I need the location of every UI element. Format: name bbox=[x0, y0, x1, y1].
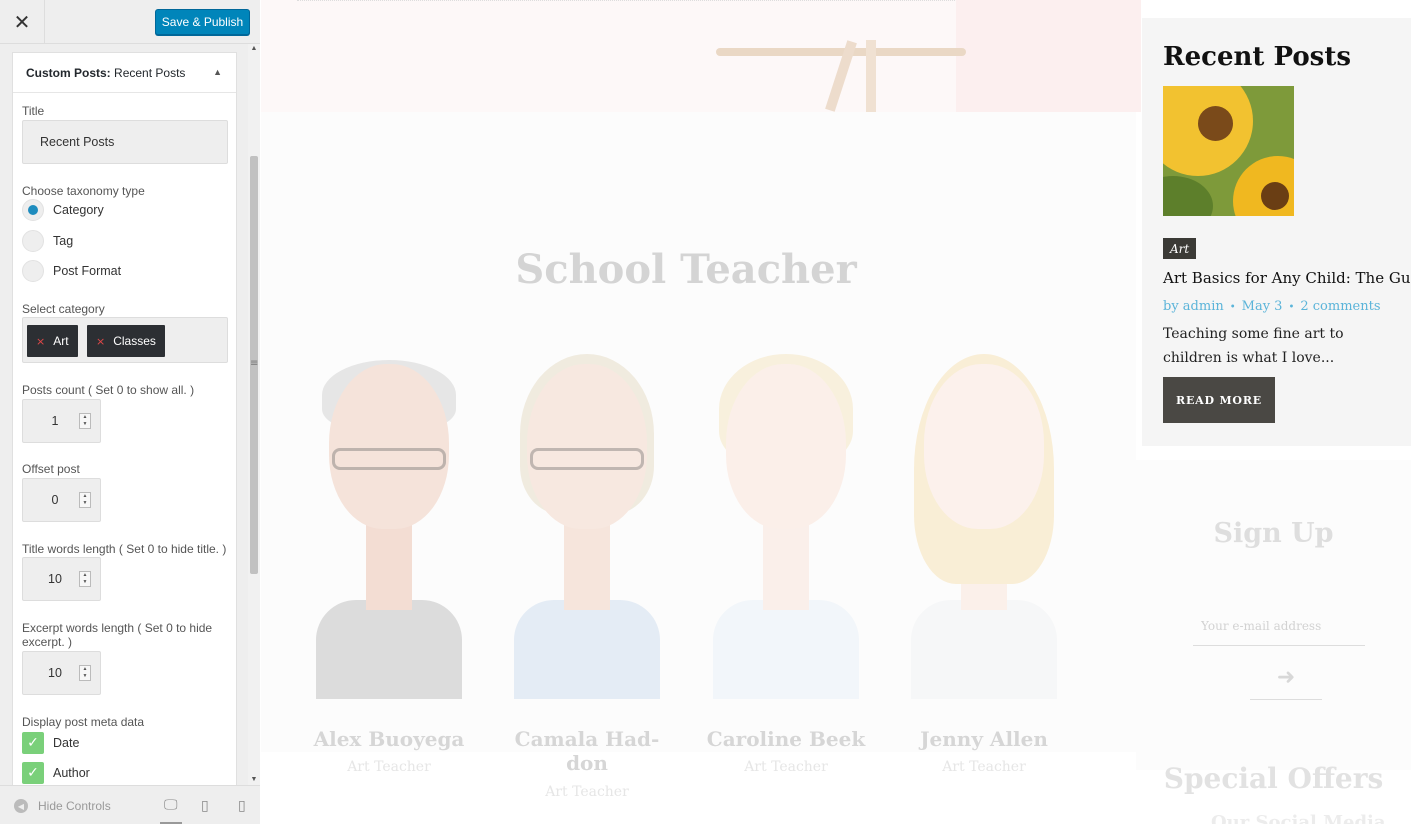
teacher-name[interactable]: Alex Buoyega bbox=[289, 727, 489, 751]
post-date-link[interactable]: May 3 bbox=[1242, 299, 1283, 314]
radio-category-label: Category bbox=[53, 203, 104, 217]
category-badge[interactable]: Art bbox=[1163, 238, 1197, 259]
posts-count-label: Posts count ( Set 0 to show all. ) bbox=[22, 383, 195, 397]
close-icon[interactable]: ✕ bbox=[0, 0, 45, 44]
teacher-role: Art Teacher bbox=[545, 784, 629, 800]
checkbox-date-label: Date bbox=[53, 736, 80, 750]
radio-category[interactable]: Category bbox=[22, 199, 104, 221]
hero-image-right bbox=[956, 0, 1141, 112]
chip-label: Classes bbox=[113, 334, 156, 348]
post-author-link[interactable]: by admin bbox=[1163, 299, 1224, 314]
section-title-prefix: Custom Posts: bbox=[26, 66, 111, 80]
teacher-role: Art Teacher bbox=[347, 759, 431, 775]
read-more-button[interactable]: READ MORE bbox=[1163, 377, 1275, 423]
teacher-name[interactable]: Caroline Beek bbox=[686, 727, 886, 751]
radio-empty-icon[interactable] bbox=[22, 260, 44, 282]
panel-scroll-area: Custom Posts: Recent Posts ▲ Title Recen… bbox=[0, 44, 260, 785]
widget-section: Custom Posts: Recent Posts ▲ Title Recen… bbox=[12, 52, 237, 785]
site-preview: School Teacher Alex Buoyega Art Teacher … bbox=[261, 0, 1411, 824]
teacher-role: Art Teacher bbox=[744, 759, 828, 775]
section-title-name: Recent Posts bbox=[114, 66, 186, 80]
customizer-panel: ✕ Save & Publish Custom Posts: Recent Po… bbox=[0, 0, 260, 824]
title-words-input[interactable]: 10 ▲ ▼ bbox=[22, 557, 101, 601]
offset-label: Offset post bbox=[22, 462, 80, 476]
posts-count-input[interactable]: 1 ▲ ▼ bbox=[22, 399, 101, 443]
hero-image bbox=[261, 0, 1141, 112]
offers-subtitle: Our Social Media bbox=[1211, 812, 1386, 824]
category-select[interactable]: × Art × Classes bbox=[22, 317, 228, 363]
radio-tag-label: Tag bbox=[53, 234, 74, 248]
spinner-icon[interactable]: ▲ ▼ bbox=[79, 413, 91, 429]
radio-post-format-label: Post Format bbox=[53, 264, 122, 278]
section-header[interactable]: Custom Posts: Recent Posts ▲ bbox=[13, 53, 236, 93]
panel-header: ✕ Save & Publish bbox=[0, 0, 260, 44]
post-title[interactable]: Art Basics for Any Child: The Guide bbox=[1163, 269, 1411, 287]
resize-handle-icon[interactable]: ≡ bbox=[250, 358, 258, 369]
title-words-value: 10 bbox=[48, 572, 62, 586]
radio-empty-icon[interactable] bbox=[22, 230, 44, 252]
spinner-icon[interactable]: ▲ ▼ bbox=[79, 665, 91, 681]
title-words-label: Title words length ( Set 0 to hide title… bbox=[22, 542, 227, 556]
arrow-right-icon[interactable]: ➜ bbox=[1250, 656, 1322, 700]
section-title: School Teacher bbox=[515, 246, 857, 293]
remove-chip-icon[interactable]: × bbox=[96, 335, 105, 348]
radio-post-format[interactable]: Post Format bbox=[22, 260, 121, 282]
radio-selected-icon[interactable] bbox=[22, 199, 44, 221]
collapse-left-icon: ◀ bbox=[14, 799, 28, 813]
teacher-photo[interactable] bbox=[911, 350, 1057, 699]
radio-tag[interactable]: Tag bbox=[22, 230, 73, 252]
chip-label: Art bbox=[53, 334, 69, 348]
checkbox-author[interactable]: ✓ Author bbox=[22, 762, 90, 784]
category-chip-classes: × Classes bbox=[87, 325, 165, 357]
taxonomy-label: Choose taxonomy type bbox=[22, 184, 145, 198]
post-thumbnail[interactable] bbox=[1163, 86, 1294, 216]
scroll-down-icon[interactable]: ▼ bbox=[248, 775, 260, 785]
offset-input[interactable]: 0 ▲ ▼ bbox=[22, 478, 101, 522]
checkbox-checked-icon[interactable]: ✓ bbox=[22, 732, 44, 754]
spinner-icon[interactable]: ▲ ▼ bbox=[79, 492, 91, 508]
widget-title: Recent Posts bbox=[1163, 42, 1351, 72]
panel-scrollbar[interactable]: ▲ ▼ bbox=[248, 44, 260, 785]
teacher-photo[interactable] bbox=[514, 350, 660, 699]
category-chip-art: × Art bbox=[27, 325, 78, 357]
hide-controls-button[interactable]: ◀ Hide Controls bbox=[14, 799, 111, 813]
excerpt-words-value: 10 bbox=[48, 666, 62, 680]
teacher-photo[interactable] bbox=[316, 350, 462, 699]
post-excerpt: Teaching some fine art to children is wh… bbox=[1163, 326, 1344, 366]
recent-posts-widget: Recent Posts Art Art Basics for Any Chil… bbox=[1142, 18, 1411, 446]
hide-controls-label: Hide Controls bbox=[38, 799, 111, 813]
category-label: Select category bbox=[22, 302, 105, 316]
offset-value: 0 bbox=[51, 493, 59, 507]
excerpt-words-input[interactable]: 10 ▲ ▼ bbox=[22, 651, 101, 695]
email-field[interactable] bbox=[1193, 606, 1365, 646]
collapse-caret-icon[interactable]: ▲ bbox=[213, 67, 222, 77]
easel-image bbox=[716, 40, 966, 112]
signup-title: Sign Up bbox=[1213, 518, 1334, 549]
tablet-icon[interactable]: ▯ bbox=[201, 798, 209, 814]
title-label: Title bbox=[22, 104, 45, 118]
scroll-up-icon[interactable]: ▲ bbox=[248, 44, 260, 54]
offers-title: Special Offers bbox=[1163, 762, 1384, 795]
mobile-icon[interactable]: ▯ bbox=[238, 798, 246, 814]
meta-label: Display post meta data bbox=[22, 715, 145, 729]
teacher-name[interactable]: Camala Had- don bbox=[487, 727, 687, 775]
remove-chip-icon[interactable]: × bbox=[36, 335, 45, 348]
teacher-role: Art Teacher bbox=[942, 759, 1026, 775]
post-comments-link[interactable]: 2 comments bbox=[1300, 299, 1380, 314]
posts-count-value: 1 bbox=[51, 414, 59, 428]
desktop-icon[interactable]: 🖵 bbox=[160, 797, 182, 824]
teacher-photo[interactable] bbox=[713, 350, 859, 699]
spinner-icon[interactable]: ▲ ▼ bbox=[79, 571, 91, 587]
teacher-name[interactable]: Jenny Allen bbox=[884, 727, 1084, 751]
post-meta: by admin • May 3 • 2 comments bbox=[1163, 299, 1381, 314]
checkbox-checked-icon[interactable]: ✓ bbox=[22, 762, 44, 784]
panel-footer: ◀ Hide Controls 🖵 ▯ ▯ bbox=[0, 785, 260, 824]
title-input[interactable]: Recent Posts bbox=[22, 120, 228, 164]
checkbox-author-label: Author bbox=[53, 766, 90, 780]
excerpt-words-label: Excerpt words length ( Set 0 to hide exc… bbox=[22, 621, 213, 649]
checkbox-date[interactable]: ✓ Date bbox=[22, 732, 79, 754]
save-publish-button[interactable]: Save & Publish bbox=[155, 9, 250, 35]
